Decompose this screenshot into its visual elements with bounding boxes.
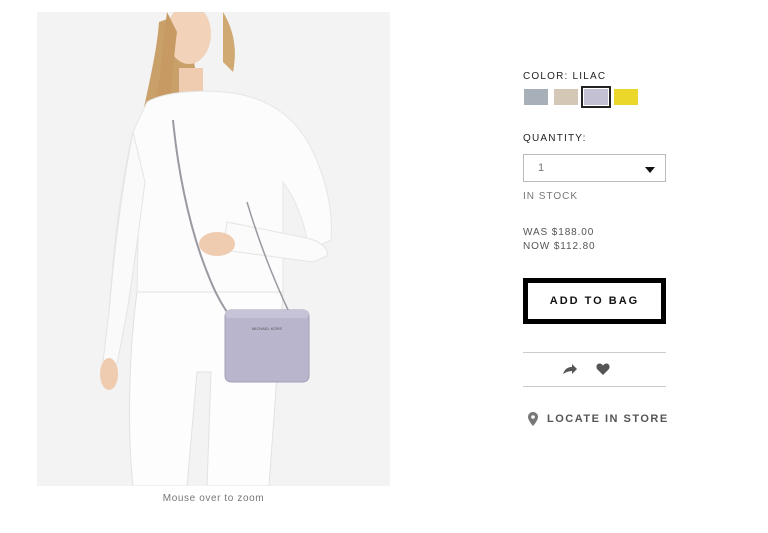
divider-top [523,352,666,353]
map-pin-icon [528,412,538,426]
swatch-lilac[interactable] [581,86,611,108]
quantity-select[interactable]: 1 [523,154,666,182]
share-arrow-icon[interactable] [562,362,578,376]
swatch-yellow[interactable] [613,88,639,106]
price-now: NOW $112.80 [523,241,596,252]
zoom-hint: Mouse over to zoom [162,493,265,504]
quantity-value: 1 [538,162,545,174]
add-to-bag-button[interactable]: ADD TO BAG [523,278,666,324]
model-photo: MICHAEL KORS [37,12,390,486]
swatch-grey-blue[interactable] [523,88,549,106]
stock-status: IN STOCK [523,191,579,202]
price-was: WAS $188.00 [523,227,595,238]
bag-brand-text: MICHAEL KORS [252,326,282,331]
color-swatches [523,86,643,108]
color-label: COLOR: LILAC [523,71,607,82]
heart-icon[interactable] [596,362,610,376]
divider-bottom [523,386,666,387]
chevron-down-icon [645,167,655,173]
product-image[interactable]: MICHAEL KORS [37,12,390,486]
locate-in-store-label: LOCATE IN STORE [547,413,669,425]
quantity-label: QUANTITY: [523,133,587,144]
swatch-beige[interactable] [553,88,579,106]
